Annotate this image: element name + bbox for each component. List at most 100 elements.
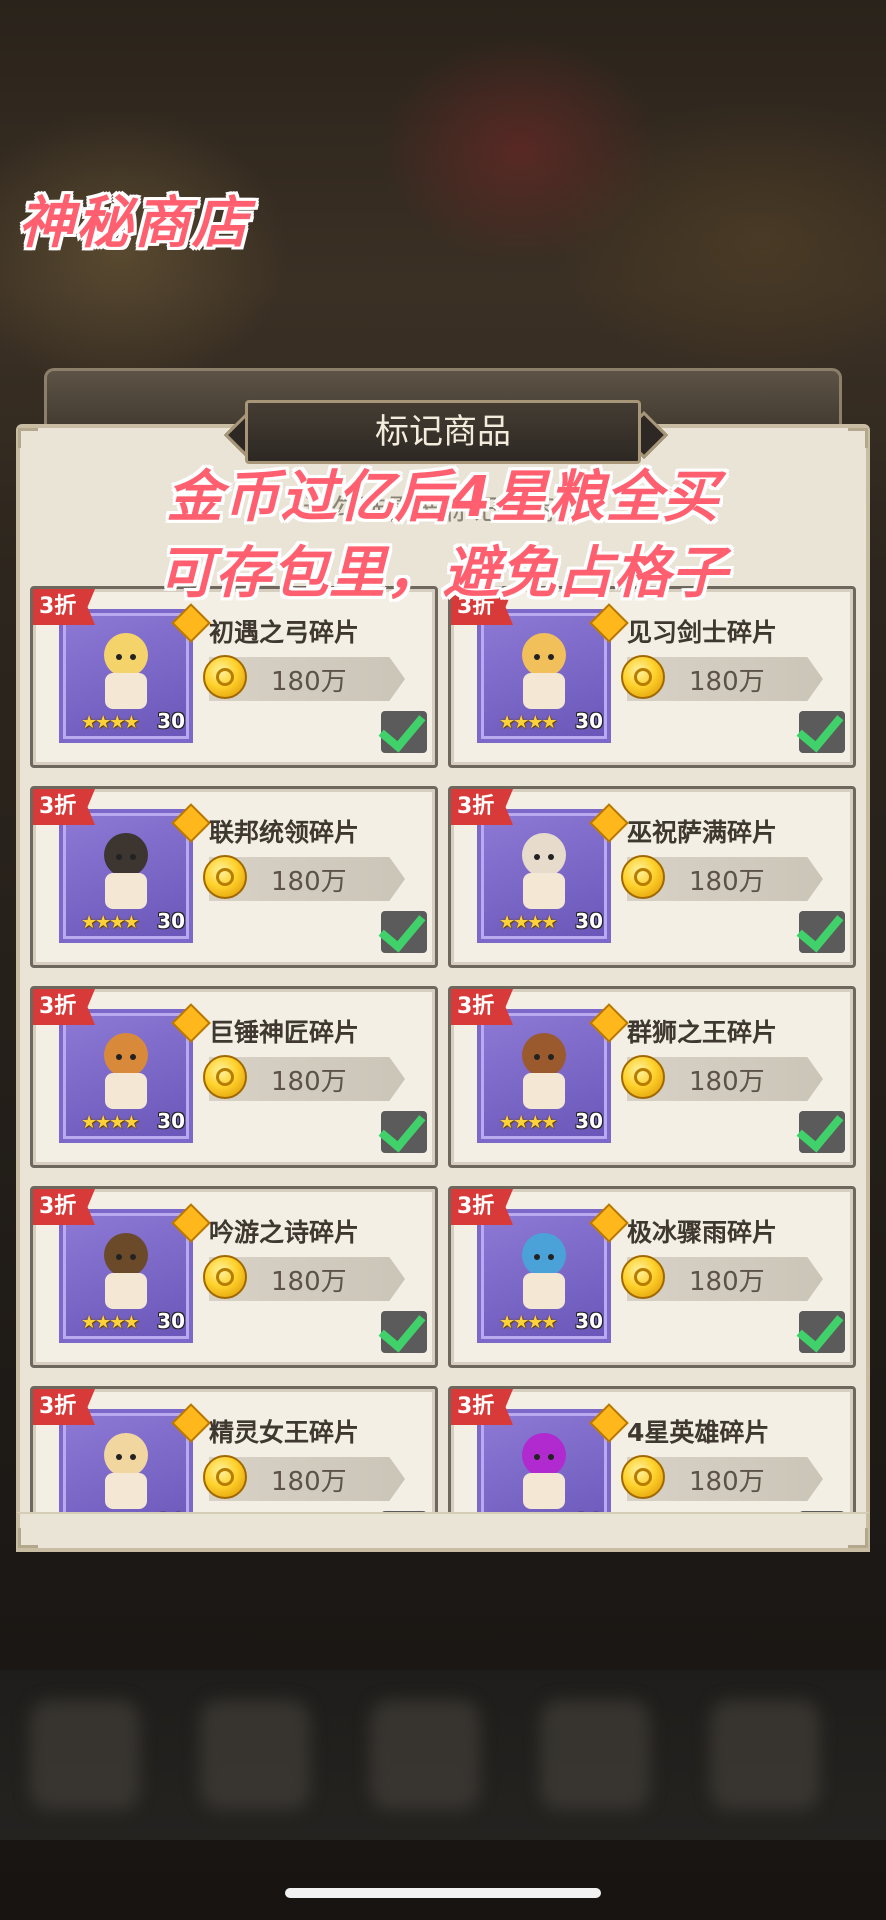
checkmark-icon [796,1303,844,1353]
hero-level: 30 [575,1109,603,1133]
gold-coin-icon [621,1055,665,1099]
panel-corner-ornament [18,428,38,448]
shop-item-card[interactable]: 3折 ★★★★ 30 联邦统领碎片 180万 [30,786,438,968]
hero-level: 30 [157,1309,185,1333]
mark-checkbox[interactable] [796,1303,845,1353]
item-price: 180万 [689,1467,765,1497]
mark-checkbox[interactable] [796,903,845,953]
video-caption-line-1: 金币过亿后4星粮全买 [166,465,720,530]
item-name: 初遇之弓碎片 [209,618,360,647]
hero-portrait: ★★★★ 30 [477,809,611,943]
gold-coin-icon [621,1255,665,1299]
gold-coin-icon [203,1055,247,1099]
blurred-nav-icon [540,1700,650,1810]
hero-avatar-icon [522,1033,566,1109]
item-list-scroll[interactable]: 3折 ★★★★ 30 初遇之弓碎片 180万 3折 ★★★★ 30 见习剑士碎片… [16,586,870,1512]
hero-avatar-icon [104,1233,148,1309]
hero-level: 30 [157,1109,185,1133]
panel-bottom-frame [16,1512,870,1552]
hero-portrait: ★★★★ 30 [59,1209,193,1343]
hero-avatar-icon [104,633,148,709]
shop-item-card[interactable]: 3折 ★★★★ 30 精灵女王碎片 180万 [30,1386,438,1512]
mark-checkbox[interactable] [796,703,845,753]
hero-level: 30 [575,909,603,933]
item-price: 180万 [689,1267,765,1297]
gold-coin-icon [203,1455,247,1499]
hero-avatar-icon [522,1233,566,1309]
discount-badge: 3折 [33,1189,95,1225]
item-price: 180万 [271,1067,347,1097]
hero-portrait: ★★★★ 30 [59,809,193,943]
discount-badge: 3折 [451,989,513,1025]
shop-item-card[interactable]: 3折 ★★★★ 30 巫祝萨满碎片 180万 [448,786,856,968]
checkmark-icon [796,1103,844,1153]
blurred-nav-icon [200,1700,310,1810]
mark-checkbox[interactable] [378,1103,427,1153]
star-rating: ★★★★ [81,1312,140,1333]
checkmark-icon [378,903,426,953]
shop-item-card[interactable]: 3折 ★★★★ 30 群狮之王碎片 180万 [448,986,856,1168]
item-name: 吟游之诗碎片 [209,1218,360,1247]
item-name: 见习剑士碎片 [627,618,778,647]
item-price: 180万 [271,667,347,697]
star-rating: ★★★★ [499,1312,558,1333]
mark-checkbox[interactable] [796,1103,845,1153]
gold-coin-icon [203,855,247,899]
hero-portrait: ★★★★ 30 [59,609,193,743]
hero-avatar-icon [104,1033,148,1109]
checkmark-icon [378,1103,426,1153]
hero-portrait: ★★★★ 30 [59,1009,193,1143]
item-price: 180万 [271,867,347,897]
hero-portrait: ★★★★ 30 [477,609,611,743]
mark-checkbox[interactable] [378,903,427,953]
shop-item-card[interactable]: 3折 ★★★★ 30 巨锤神匠碎片 180万 [30,986,438,1168]
mark-checkbox[interactable] [378,703,427,753]
blurred-nav-icon [710,1700,820,1810]
hero-level: 30 [575,709,603,733]
item-price: 180万 [689,1067,765,1097]
item-name: 巨锤神匠碎片 [209,1018,360,1047]
shop-item-card[interactable]: 3折 ★★★★ 30 极冰骤雨碎片 180万 [448,1186,856,1368]
gold-coin-icon [203,655,247,699]
item-name: 4星英雄碎片 [627,1418,770,1447]
blurred-nav-icon [370,1700,480,1810]
item-price: 180万 [689,867,765,897]
hero-level: 30 [157,909,185,933]
checkmark-icon [378,1503,426,1512]
star-rating: ★★★★ [499,1112,558,1133]
item-name: 联邦统领碎片 [209,818,360,847]
hero-portrait: ★★★★ 30 [477,1209,611,1343]
item-price: 180万 [271,1467,347,1497]
panel-corner-ornament [848,1528,868,1548]
checkmark-icon [796,1503,844,1512]
discount-badge: 3折 [33,1389,95,1425]
checkmark-icon [378,1303,426,1353]
item-price: 180万 [689,667,765,697]
item-name: 精灵女王碎片 [209,1418,360,1447]
star-rating: ★★★★ [81,712,140,733]
checkmark-icon [796,903,844,953]
star-rating: ★★★★ [81,1112,140,1133]
hero-avatar-icon [522,833,566,909]
discount-badge: 3折 [33,789,95,825]
discount-badge: 3折 [451,1389,513,1425]
hero-avatar-icon [522,633,566,709]
blurred-nav-icon [30,1700,140,1810]
panel-corner-ornament [18,1528,38,1548]
shop-item-card[interactable]: 3折 ★★★★ 30 见习剑士碎片 180万 [448,586,856,768]
mark-checkbox[interactable] [378,1303,427,1353]
video-overlay-title: 神秘商店 [18,191,250,256]
shop-item-card[interactable]: 3折 ★★★★ 30 初遇之弓碎片 180万 [30,586,438,768]
checkmark-icon [796,703,844,753]
home-indicator[interactable] [285,1888,601,1898]
shop-item-card[interactable]: 3折 ★★★★ 30 吟游之诗碎片 180万 [30,1186,438,1368]
shop-item-card[interactable]: 3折 ★★★★ 30 4星英雄碎片 180万 [448,1386,856,1512]
star-rating: ★★★★ [81,912,140,933]
discount-badge: 3折 [451,789,513,825]
hero-avatar-icon [104,833,148,909]
hero-avatar-icon [522,1433,566,1509]
discount-badge: 3折 [33,989,95,1025]
item-name: 极冰骤雨碎片 [627,1218,778,1247]
hero-level: 30 [157,709,185,733]
checkmark-icon [378,703,426,753]
